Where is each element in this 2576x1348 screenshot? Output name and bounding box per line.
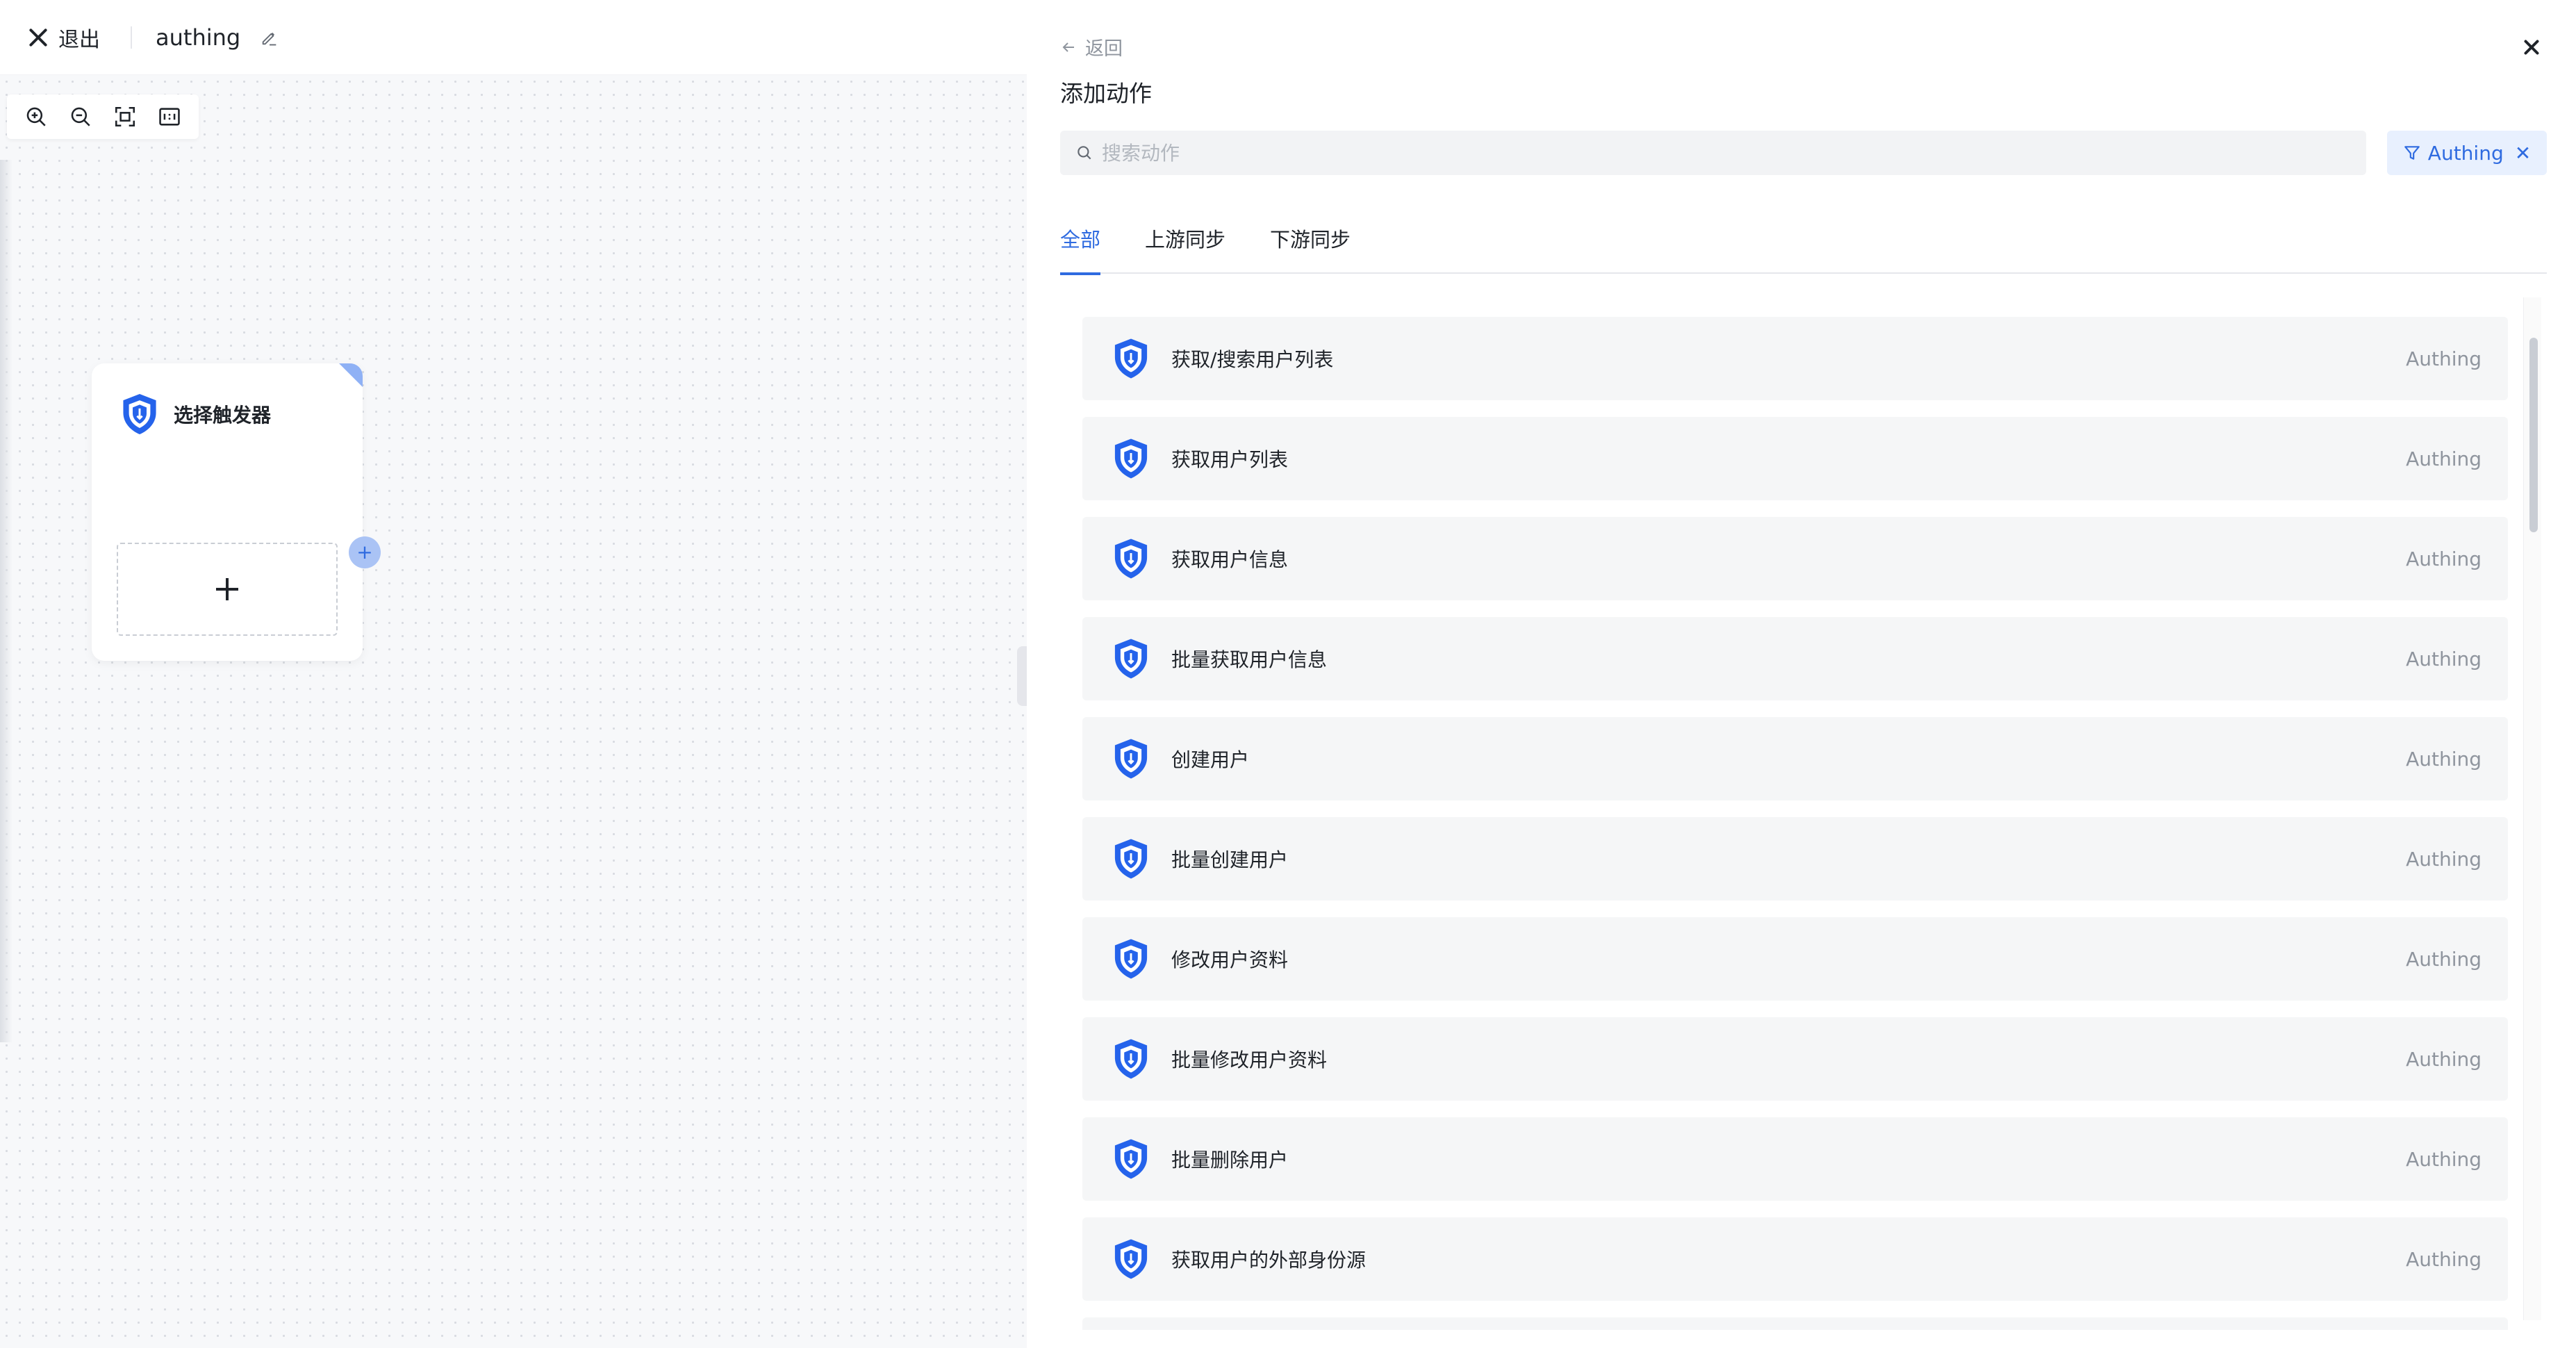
authing-shield-icon [1114,438,1148,479]
add-action-panel: 返回 添加动作 Authing ✕ 全部 上游同步 下游同步 获取/搜索用户列表… [1027,0,2576,1348]
filter-icon [2404,146,2420,160]
action-name: 获取用户列表 [1171,448,1289,471]
action-item[interactable]: 批量修改用户资料 Authing [1082,1017,2508,1101]
authing-shield-icon [1114,839,1148,879]
authing-shield-icon [1114,539,1148,579]
action-name: 批量删除用户 [1171,1149,1289,1172]
action-name: 批量创建用户 [1171,848,1289,871]
action-name: 获取用户的外部身份源 [1171,1249,1367,1272]
action-source-tag: Authing [2406,1147,2482,1171]
authing-shield-icon [1114,739,1148,779]
tab-downstream-sync[interactable]: 下游同步 [1270,224,1351,274]
search-input[interactable] [1102,141,2283,165]
close-panel-icon[interactable] [2520,36,2543,58]
scrollbar[interactable] [2523,297,2541,1320]
authing-shield-icon [123,394,156,434]
fit-screen-icon[interactable] [111,103,139,131]
action-source-tag: Authing [2406,747,2482,771]
action-source-tag: Authing [2406,447,2482,470]
add-next-node-button[interactable]: + [349,536,381,568]
action-name: 修改用户资料 [1171,948,1289,971]
action-source-tag: Authing [2406,347,2482,370]
node-status-corner [339,363,363,387]
flow-canvas[interactable] [0,75,1027,1348]
authing-shield-icon [1114,1239,1148,1279]
action-item[interactable]: 获取用户信息 Authing [1082,517,2508,600]
back-label: 返回 [1085,38,1123,60]
search-icon [1078,146,1091,160]
action-source-tag: Authing [2406,647,2482,671]
plus-icon [216,578,238,600]
zoom-out-icon[interactable] [67,103,94,131]
divider [131,26,132,49]
action-name: 创建用户 [1171,748,1250,771]
zoom-in-icon[interactable] [22,103,50,131]
node-header: 选择触发器 [92,363,363,437]
tab-all[interactable]: 全部 [1060,224,1101,275]
action-name: 获取/搜索用户列表 [1171,348,1334,371]
node-title: 选择触发器 [174,404,272,427]
exit-button[interactable]: 退出 [28,22,100,53]
action-name: 批量修改用户资料 [1171,1049,1328,1071]
flow-title: authing [156,24,241,51]
action-source-tag: Authing [2406,947,2482,971]
tab-upstream-sync[interactable]: 上游同步 [1145,224,1225,274]
action-name: 批量获取用户信息 [1171,648,1328,671]
authing-shield-icon [1114,939,1148,979]
authing-shield-icon [1114,1139,1148,1179]
editor-topbar: 退出 authing [0,0,1027,75]
category-tabs: 全部 上游同步 下游同步 [1060,224,2547,275]
scrollbar-thumb[interactable] [2529,338,2538,532]
search-field[interactable] [1060,131,2366,175]
action-source-tag: Authing [2406,547,2482,570]
action-item[interactable]: 获取/搜索用户列表 Authing [1082,317,2508,400]
filter-tag[interactable]: Authing ✕ [2387,131,2547,175]
action-item[interactable]: 创建用户 Authing [1082,717,2508,800]
pencil-icon[interactable] [260,28,279,47]
authing-shield-icon [1114,338,1148,379]
exit-label: 退出 [58,27,100,52]
panel-title: 添加动作 [1060,80,1152,107]
action-item[interactable]: 获取用户的外部身份源 Authing [1082,1217,2508,1301]
action-item[interactable]: 批量获取用户信息 Authing [1082,617,2508,700]
action-item[interactable] [1082,1317,2508,1330]
remove-filter-icon[interactable]: ✕ [2515,142,2531,165]
action-item[interactable]: 修改用户资料 Authing [1082,917,2508,1001]
zoom-toolbar [7,94,199,139]
actual-size-1-1-icon[interactable] [156,103,183,131]
drawer-handle[interactable] [1017,646,1027,706]
authing-shield-icon [1114,639,1148,679]
action-source-tag: Authing [2406,1047,2482,1071]
authing-shield-icon [1114,1039,1148,1079]
filter-tag-label: Authing [2427,141,2504,165]
action-item[interactable]: 批量删除用户 Authing [1082,1117,2508,1201]
back-button[interactable]: 返回 [1060,33,1123,60]
action-source-tag: Authing [2406,847,2482,871]
plus-icon: + [356,541,373,564]
close-x-icon [28,27,49,48]
action-name: 获取用户信息 [1171,548,1289,571]
action-source-tag: Authing [2406,1247,2482,1271]
canvas-edge-shadow [0,160,13,1042]
action-item[interactable]: 批量创建用户 Authing [1082,817,2508,901]
add-action-button[interactable] [117,543,338,636]
trigger-node[interactable]: 选择触发器 [92,363,363,661]
action-item[interactable]: 获取用户列表 Authing [1082,417,2508,500]
action-list: 获取/搜索用户列表 Authing 获取用户列表 Authing 获取用户信息 … [1082,317,2508,1330]
arrow-left-icon [1062,42,1074,52]
